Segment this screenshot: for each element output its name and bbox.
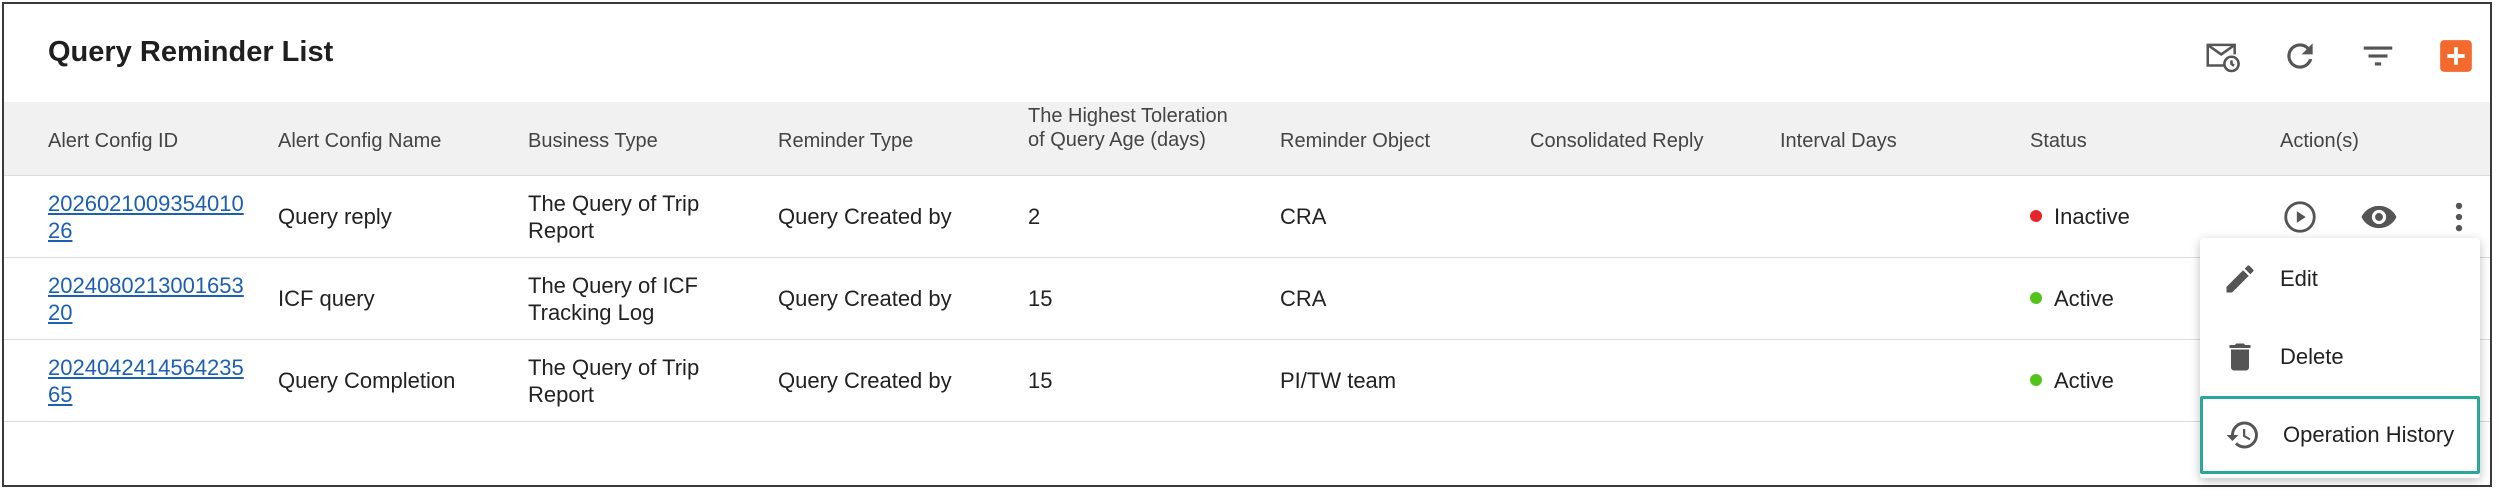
status-label: Inactive bbox=[2054, 204, 2130, 229]
page-frame: Query Reminder List Alert Config ID Aler… bbox=[2, 2, 2492, 487]
business-type: The Query of Trip Report bbox=[528, 355, 700, 407]
reminder-type: Query Created by bbox=[778, 368, 952, 393]
alert-config-id-link[interactable]: 202602100935401026 bbox=[48, 190, 248, 244]
alert-config-id-link[interactable]: 202408021300165320 bbox=[48, 272, 248, 326]
column-header: Alert Config ID bbox=[48, 130, 179, 152]
table-header: Alert Config ID Alert Config Name Busine… bbox=[4, 102, 2490, 176]
history-icon bbox=[2225, 417, 2261, 453]
page-header: Query Reminder List bbox=[4, 4, 2490, 102]
toleration-days: 15 bbox=[1028, 286, 1053, 311]
status-dot bbox=[2030, 292, 2042, 305]
alert-config-name: Query reply bbox=[278, 204, 392, 229]
status-badge: Inactive bbox=[2030, 203, 2130, 230]
column-header: Business Type bbox=[528, 130, 658, 152]
column-header: Reminder Object bbox=[1280, 130, 1431, 152]
refresh-icon[interactable] bbox=[2278, 34, 2322, 78]
column-header: Status bbox=[2030, 130, 2087, 152]
reminder-object: CRA bbox=[1280, 286, 1327, 311]
status-badge: Active bbox=[2030, 367, 2114, 394]
table-row: 202602100935401026 Query reply The Query… bbox=[4, 176, 2490, 258]
table-row: 202404241456423565 Query Completion The … bbox=[4, 340, 2490, 422]
menu-item-edit[interactable]: Edit bbox=[2200, 240, 2480, 318]
menu-item-label: Delete bbox=[2280, 344, 2344, 369]
business-type: The Query of ICF Tracking Log bbox=[528, 273, 698, 325]
play-circle-icon[interactable] bbox=[2279, 196, 2321, 238]
toleration-days: 15 bbox=[1028, 368, 1053, 393]
filter-icon[interactable] bbox=[2356, 34, 2400, 78]
alert-config-name: Query Completion bbox=[278, 368, 456, 393]
column-header: Alert Config Name bbox=[278, 130, 442, 152]
reminder-object: PI/TW team bbox=[1280, 368, 1397, 393]
alert-config-id-link[interactable]: 202404241456423565 bbox=[48, 354, 248, 408]
column-header: Interval Days bbox=[1780, 130, 1897, 152]
eye-icon[interactable] bbox=[2358, 196, 2400, 238]
column-header: The Highest Toleration of Query Age (day… bbox=[1028, 105, 1228, 151]
pencil-icon bbox=[2222, 261, 2258, 297]
add-icon[interactable] bbox=[2434, 34, 2478, 78]
trash-icon bbox=[2222, 339, 2258, 375]
status-label: Active bbox=[2054, 368, 2114, 393]
more-vertical-icon[interactable] bbox=[2438, 196, 2480, 238]
page-title: Query Reminder List bbox=[48, 36, 334, 68]
business-type: The Query of Trip Report bbox=[528, 191, 700, 243]
status-dot bbox=[2030, 210, 2042, 223]
reminder-type: Query Created by bbox=[778, 204, 952, 229]
menu-item-label: Edit bbox=[2280, 266, 2318, 291]
column-header: Action(s) bbox=[2280, 130, 2359, 152]
column-header: Consolidated Reply bbox=[1530, 130, 1704, 152]
status-badge: Active bbox=[2030, 285, 2114, 312]
menu-item-label: Operation History bbox=[2283, 422, 2455, 447]
reminder-object: CRA bbox=[1280, 204, 1327, 229]
mail-schedule-icon[interactable] bbox=[2200, 34, 2244, 78]
menu-item-delete[interactable]: Delete bbox=[2200, 318, 2480, 396]
menu-item-operation-history[interactable]: Operation History bbox=[2200, 396, 2480, 474]
column-header: Reminder Type bbox=[778, 130, 914, 152]
row-action-menu: Edit Delete Operation History bbox=[2200, 238, 2480, 478]
table-row: 202408021300165320 ICF query The Query o… bbox=[4, 258, 2490, 340]
toleration-days: 2 bbox=[1028, 204, 1041, 229]
reminder-type: Query Created by bbox=[778, 286, 952, 311]
status-label: Active bbox=[2054, 286, 2114, 311]
status-dot bbox=[2030, 374, 2042, 387]
alert-config-name: ICF query bbox=[278, 286, 375, 311]
